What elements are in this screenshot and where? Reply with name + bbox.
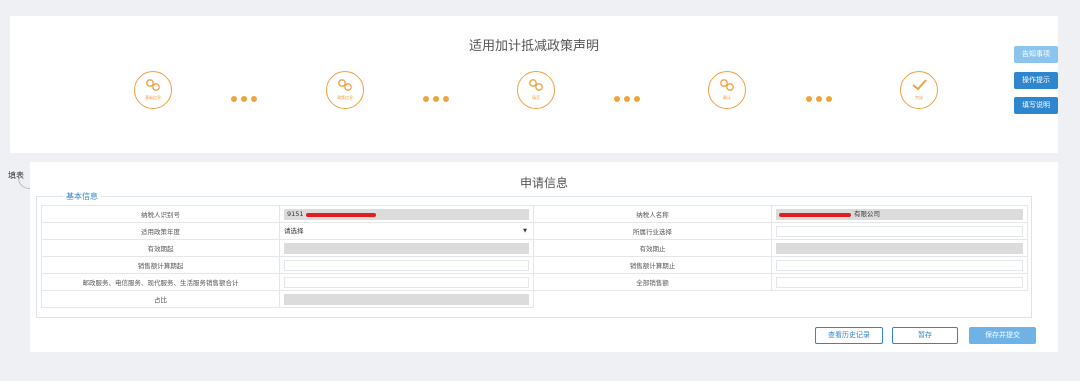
taxpayer-id-label: 纳税人识别号 (41, 205, 280, 223)
valid-start-label: 有效期起 (41, 239, 280, 257)
ratio-label: 占比 (41, 290, 280, 308)
step-label: 完成 (915, 95, 923, 100)
step-5[interactable]: 完成 (900, 71, 938, 109)
valid-start-field (284, 242, 529, 254)
sales-start-field[interactable] (284, 259, 529, 271)
total-sales-field[interactable] (776, 276, 1023, 288)
basic-info-legend: 基本信息 (63, 191, 101, 202)
services-sales-field[interactable] (284, 276, 529, 288)
total-sales-label: 全部销售额 (533, 273, 772, 291)
table-row: 占比 (41, 290, 1028, 308)
ratio-field (284, 293, 529, 305)
gear-icon (529, 79, 543, 91)
policy-year-value: 请选择 (284, 226, 304, 235)
section-title: 申请信息 (519, 176, 568, 190)
gear-icon (720, 79, 734, 91)
table-row: 有效期起 有效期止 (41, 239, 1028, 257)
step-connector-dots (614, 87, 644, 102)
step-4[interactable]: 确认 (708, 71, 746, 109)
taxpayer-name-label: 纳税人名称 (533, 205, 772, 223)
step-label: 填写 (532, 95, 540, 100)
taxpayer-name-value: 有限公司 (854, 209, 880, 218)
redaction-mark (779, 212, 851, 217)
table-row: 邮政服务、电信服务、现代服务、生活服务销售额合计 全部销售额 (41, 273, 1028, 291)
sales-end-field[interactable] (776, 259, 1023, 271)
table-row: 销售额计算期起 销售额计算期止 (41, 256, 1028, 274)
step-label: 政策信息 (337, 95, 353, 100)
gear-icon (338, 79, 352, 91)
valid-end-label: 有效期止 (533, 239, 772, 257)
table-row: 纳税人识别号 9151 纳税人名称 有限公司 (41, 205, 1028, 223)
step-1[interactable]: 基础信息 (134, 71, 172, 109)
policy-year-label: 适用政策年度 (41, 222, 280, 240)
dropdown-arrow-icon: ▼ (523, 227, 527, 234)
taxpayer-id-value: 9151 (287, 209, 304, 218)
sales-end-label: 销售额计算期止 (533, 256, 772, 274)
guide-button[interactable]: 填写说明 (1014, 97, 1058, 114)
step-connector-dots (231, 87, 261, 102)
step-2[interactable]: 政策信息 (326, 71, 364, 109)
redaction-mark (306, 212, 376, 217)
policy-year-select[interactable]: 请选择 ▼ (284, 226, 529, 237)
basic-info-fieldset: 基本信息 纳税人识别号 9151 纳税人名称 有限公司 适用政策年度 请选择 ▼… (36, 191, 1032, 318)
steps-panel: 适用加计抵减政策声明 基础信息 政策信息 填写 确认 完成 (10, 16, 1058, 153)
step-3[interactable]: 填写 (517, 71, 555, 109)
save-submit-button[interactable]: 保存并提交 (969, 327, 1036, 344)
application-panel: 申请信息 基本信息 纳税人识别号 9151 纳税人名称 有限公司 适用政策年度 … (30, 162, 1058, 352)
step-connector-dots (423, 87, 453, 102)
table-row: 适用政策年度 请选择 ▼ 所属行业选择 (41, 222, 1028, 240)
page-title: 适用加计抵减政策声明 (468, 39, 599, 54)
tips-button[interactable]: 操作提示 (1014, 72, 1058, 89)
save-draft-button[interactable]: 暂存 (892, 327, 958, 344)
step-connector-dots (806, 87, 836, 102)
notice-button[interactable]: 告知事项 (1014, 46, 1058, 63)
basic-info-table: 纳税人识别号 9151 纳税人名称 有限公司 适用政策年度 请选择 ▼ 所属行业… (41, 205, 1028, 308)
step-label: 基础信息 (145, 95, 161, 100)
industry-select[interactable] (776, 225, 1023, 237)
services-sales-label: 邮政服务、电信服务、现代服务、生活服务销售额合计 (41, 273, 280, 291)
gear-icon (146, 79, 160, 91)
industry-label: 所属行业选择 (533, 222, 772, 240)
valid-end-field (776, 242, 1023, 254)
step-label: 确认 (723, 95, 731, 100)
check-icon (912, 79, 927, 91)
taxpayer-id-field: 9151 (284, 208, 529, 220)
taxpayer-name-field: 有限公司 (776, 208, 1023, 220)
sales-start-label: 销售额计算期起 (41, 256, 280, 274)
step-progress: 基础信息 政策信息 填写 确认 完成 (10, 71, 1058, 121)
view-history-button[interactable]: 查看历史记录 (815, 327, 883, 344)
